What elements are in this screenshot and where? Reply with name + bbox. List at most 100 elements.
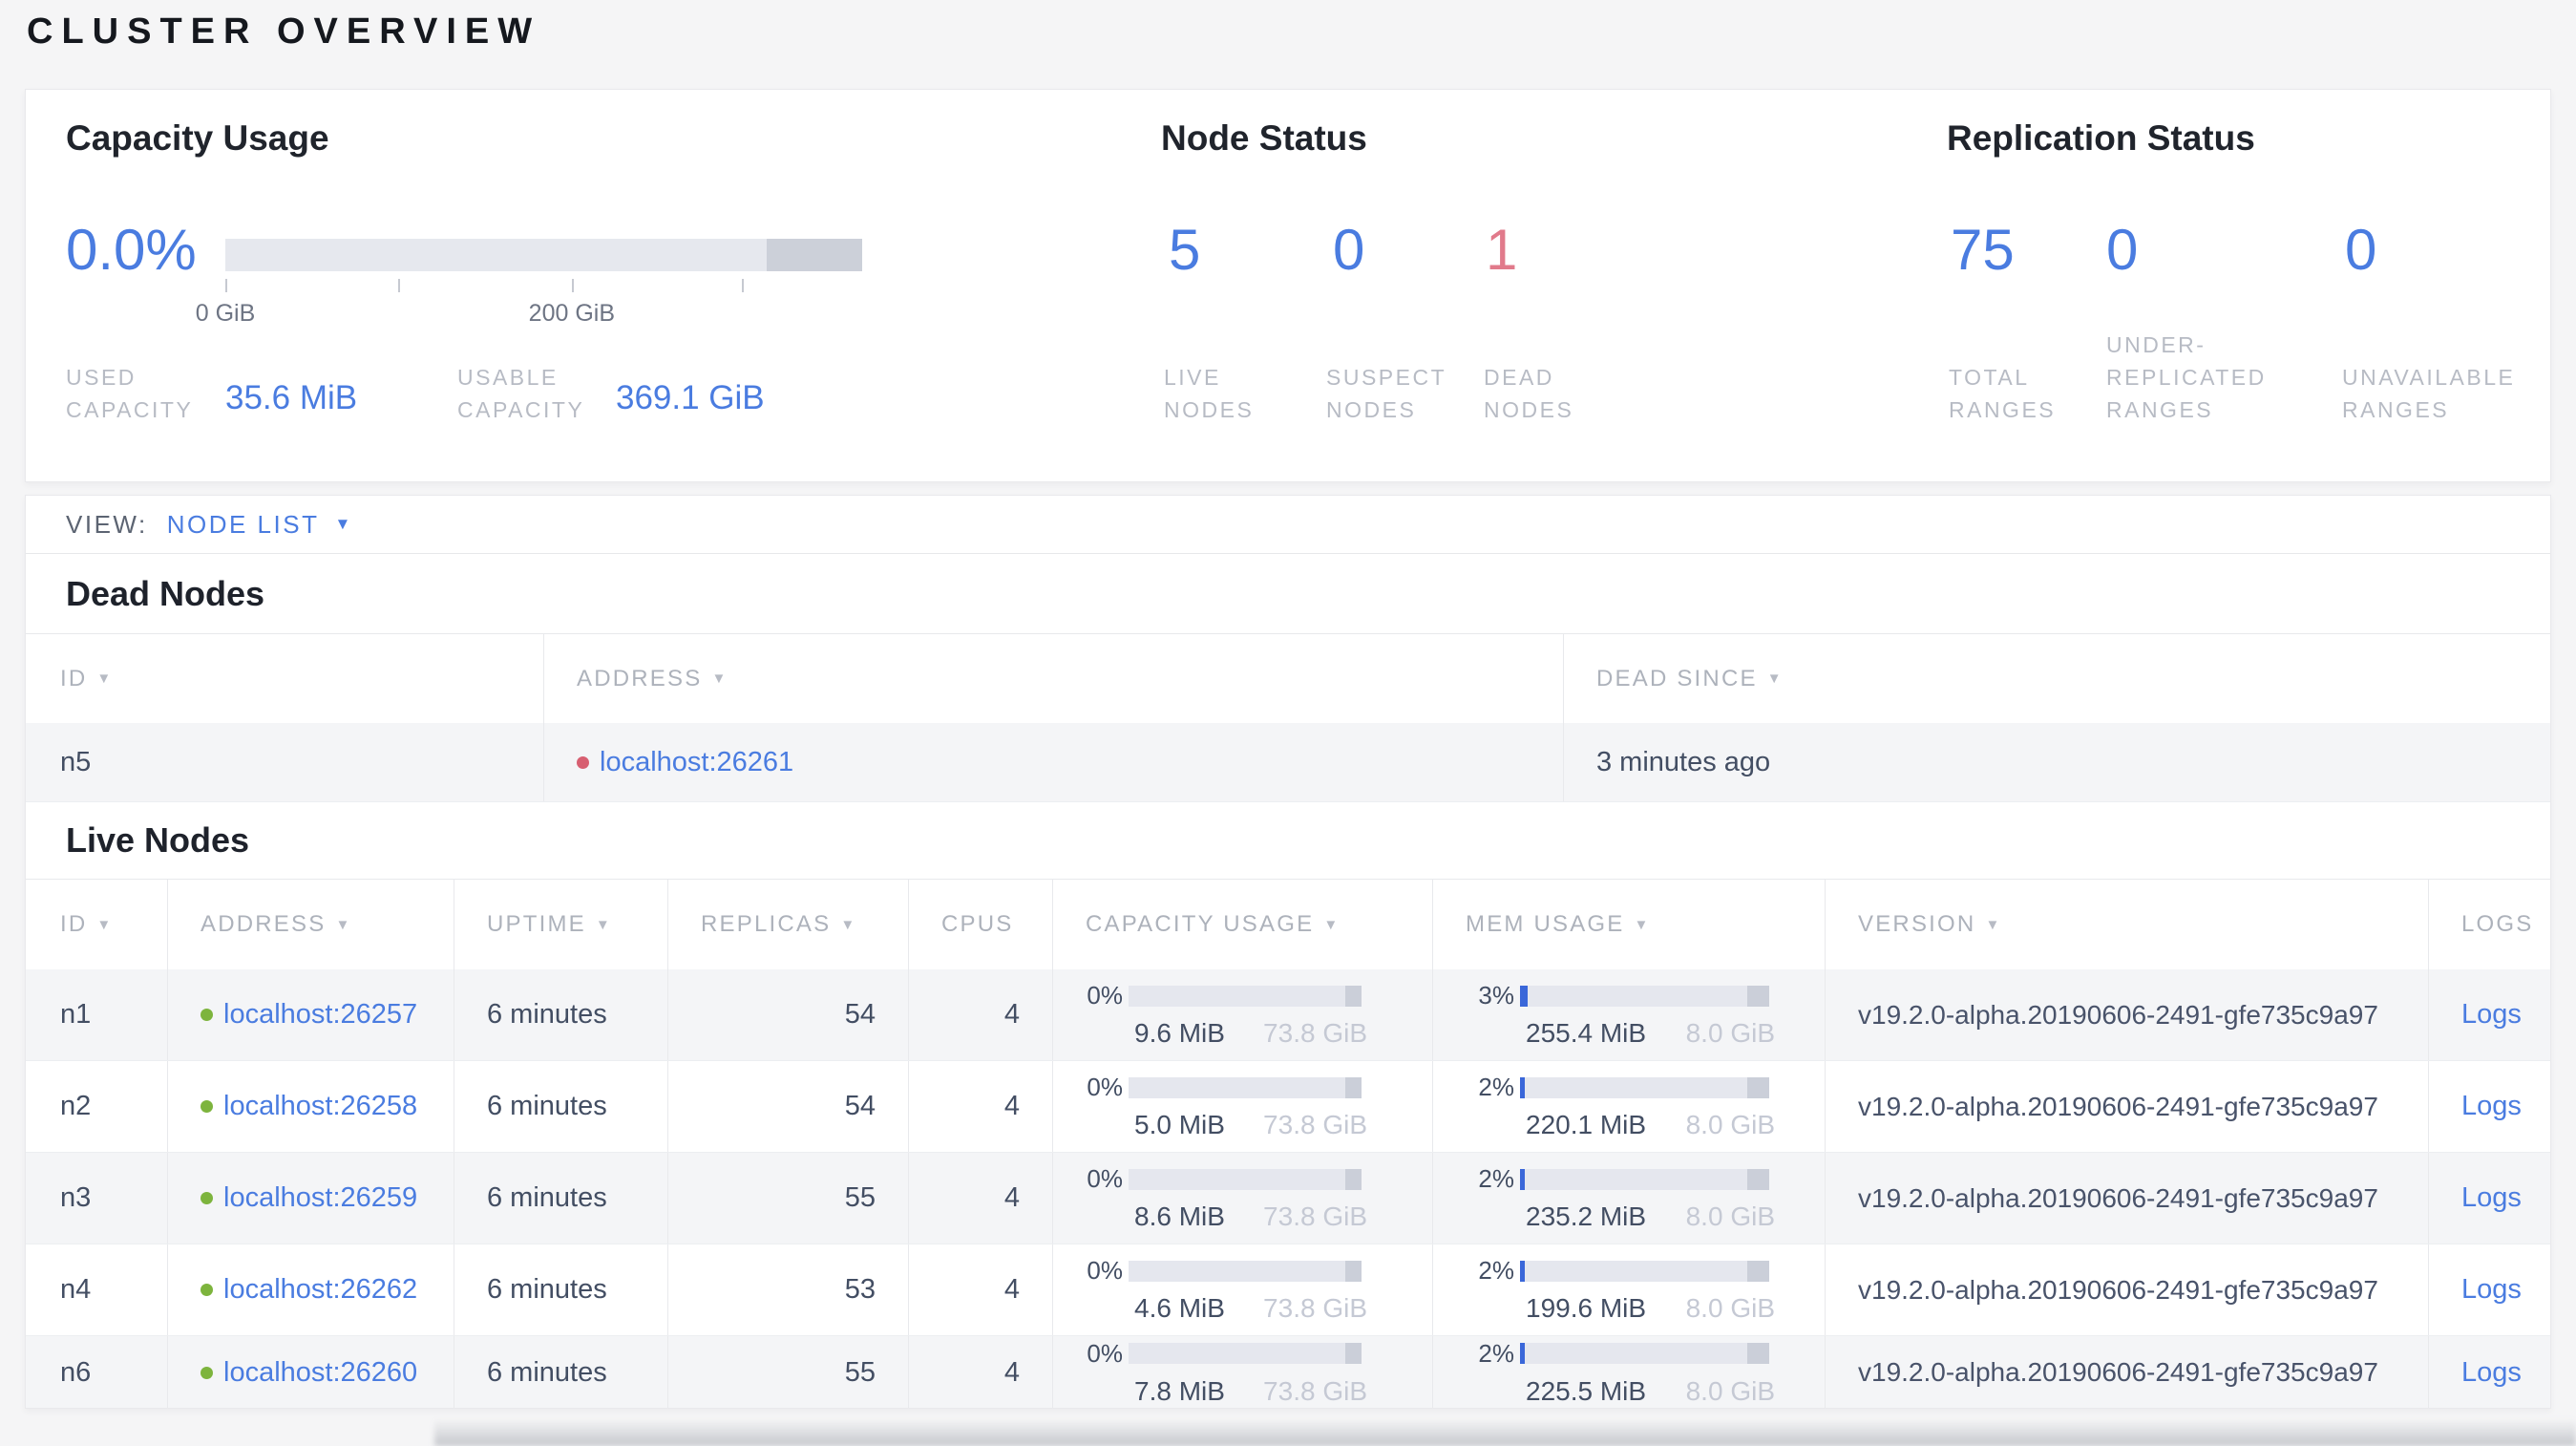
mem-total: 8.0 GiB: [1685, 1201, 1775, 1231]
node-id: n1: [60, 999, 92, 1030]
node-version: v19.2.0-alpha.20190606-2491-gfe735c9a97: [1825, 969, 2428, 1060]
capacity-percent: 0%: [1087, 1164, 1123, 1193]
sort-desc-icon: ▼: [840, 916, 857, 933]
usable-capacity-value: 369.1 GiB: [616, 379, 765, 416]
node-replicas: 55: [667, 1336, 908, 1408]
capacity-total: 73.8 GiB: [1263, 1201, 1367, 1231]
node-replicas: 54: [667, 1061, 908, 1152]
suspect-nodes-count: 0: [1333, 218, 1365, 282]
page-title: CLUSTER OVERVIEW: [27, 11, 541, 52]
sort-desc-icon: ▼: [335, 916, 352, 933]
axis-tick: [225, 279, 227, 292]
live-node-row: n1 localhost:26257 6 minutes 54 4 0% 9.6…: [26, 969, 2550, 1061]
node-uptime: 6 minutes: [454, 1153, 667, 1244]
capacity-usage-percent: 0.0%: [66, 218, 197, 282]
logs-link[interactable]: Logs: [2461, 1357, 2522, 1389]
dead-nodes-count: 1: [1486, 218, 1518, 282]
node-address-cell: localhost:26257: [167, 969, 454, 1060]
live-col-capacity-usage[interactable]: CAPACITY USAGE ▼: [1052, 880, 1432, 969]
suspect-nodes-label: SUSPECT NODES: [1326, 365, 1446, 422]
live-node-row: n6 localhost:26260 6 minutes 55 4 0% 7.8…: [26, 1336, 2550, 1408]
view-label: VIEW:: [66, 509, 148, 539]
column-label: MEM USAGE: [1466, 911, 1625, 937]
mem-percent: 3%: [1478, 981, 1514, 1010]
node-uptime: 6 minutes: [454, 1061, 667, 1152]
capacity-bar-reserve: [1344, 985, 1362, 1007]
node-address-link[interactable]: localhost:26257: [223, 999, 417, 1031]
dead-node-dead-since: 3 minutes ago: [1563, 723, 2550, 801]
capacity-bar-reserve: [1344, 1076, 1362, 1098]
live-col-cpus[interactable]: CPUS: [908, 880, 1052, 969]
view-dropdown[interactable]: NODE LIST ▼: [167, 510, 353, 540]
live-status-dot-icon: [201, 1284, 213, 1296]
node-logs-cell: Logs: [2428, 969, 2550, 1060]
sort-desc-icon: ▼: [1985, 916, 2002, 933]
node-address-link[interactable]: localhost:26260: [223, 1357, 417, 1389]
column-label: CPUS: [941, 911, 1014, 937]
live-node-row: n2 localhost:26258 6 minutes 54 4 0% 5.0…: [26, 1061, 2550, 1153]
node-address-link[interactable]: localhost:26262: [223, 1274, 417, 1306]
logs-link[interactable]: Logs: [2461, 1091, 2522, 1122]
node-address-link[interactable]: localhost:26259: [223, 1182, 417, 1214]
live-node-row: n3 localhost:26259 6 minutes 55 4 0% 8.6…: [26, 1153, 2550, 1244]
mem-total: 8.0 GiB: [1685, 1375, 1775, 1406]
node-uptime: 6 minutes: [454, 1336, 667, 1408]
dead-nodes-heading: Dead Nodes: [66, 573, 265, 613]
mem-bar-reserve: [1746, 1168, 1769, 1190]
sort-desc-icon: ▼: [1323, 916, 1341, 933]
live-col-mem-usage[interactable]: MEM USAGE ▼: [1432, 880, 1825, 969]
mem-bar: [1520, 985, 1769, 1007]
node-cpus: 4: [908, 1153, 1052, 1244]
mem-used: 235.2 MiB: [1526, 1201, 1647, 1231]
capacity-used: 7.8 MiB: [1134, 1375, 1225, 1406]
logs-link[interactable]: Logs: [2461, 1182, 2522, 1214]
dead-nodes-label: DEAD NODES: [1484, 365, 1574, 422]
mem-percent: 2%: [1478, 1256, 1514, 1285]
logs-link[interactable]: Logs: [2461, 999, 2522, 1031]
logs-link[interactable]: Logs: [2461, 1274, 2522, 1306]
axis-tick: [397, 279, 400, 292]
mem-used: 199.6 MiB: [1526, 1293, 1647, 1323]
node-address-link[interactable]: localhost:26258: [223, 1091, 417, 1122]
cluster-summary-card: Capacity Usage 0.0% 0 GiB 200 GiB USED C…: [25, 89, 2551, 482]
sort-desc-icon: ▼: [595, 916, 612, 933]
mem-bar-reserve: [1746, 1343, 1769, 1364]
live-node-row: n4 localhost:26262 6 minutes 53 4 0% 4.6…: [26, 1244, 2550, 1336]
capacity-total: 73.8 GiB: [1263, 1375, 1367, 1406]
dead-node-row: n5 localhost:26261 3 minutes ago: [26, 723, 2550, 802]
mem-bar: [1520, 1168, 1769, 1190]
mem-percent: 2%: [1478, 1073, 1514, 1101]
sort-desc-icon: ▼: [96, 670, 114, 687]
node-status-title: Node Status: [1161, 118, 1367, 158]
used-capacity-value: 35.6 MiB: [225, 379, 358, 416]
live-col-version[interactable]: VERSION ▼: [1825, 880, 2428, 969]
node-address-cell: localhost:26260: [167, 1336, 454, 1408]
dead-col-address[interactable]: ADDRESS ▼: [543, 634, 1563, 723]
dead-col-dead-since[interactable]: DEAD SINCE ▼: [1563, 634, 2550, 723]
capacity-percent: 0%: [1087, 1256, 1123, 1285]
capacity-used: 9.6 MiB: [1134, 1018, 1225, 1048]
live-col-replicas[interactable]: REPLICAS ▼: [667, 880, 908, 969]
capacity-bar-reserve: [1344, 1260, 1362, 1282]
dead-node-address-link[interactable]: localhost:26261: [600, 747, 793, 778]
mem-bar-fill: [1520, 985, 1528, 1007]
view-dropdown-value: NODE LIST: [166, 509, 320, 539]
mem-bar-reserve: [1746, 1076, 1769, 1098]
live-col-id[interactable]: ID ▼: [26, 880, 167, 969]
mem-bar-fill: [1520, 1260, 1526, 1282]
node-address-cell: localhost:26262: [167, 1244, 454, 1335]
mem-total: 8.0 GiB: [1685, 1018, 1775, 1048]
dead-status-dot-icon: [577, 755, 589, 769]
node-id: n3: [60, 1182, 92, 1213]
dead-node-id: n5: [60, 746, 92, 777]
node-version: v19.2.0-alpha.20190606-2491-gfe735c9a97: [1825, 1244, 2428, 1335]
capacity-bar: [1129, 1343, 1362, 1364]
dead-col-id[interactable]: ID ▼: [26, 634, 543, 723]
live-col-address[interactable]: ADDRESS ▼: [167, 880, 454, 969]
mem-bar: [1520, 1343, 1769, 1364]
capacity-bar: [1129, 1260, 1362, 1282]
node-logs-cell: Logs: [2428, 1244, 2550, 1335]
sort-desc-icon: ▼: [711, 670, 728, 687]
live-status-dot-icon: [201, 1192, 213, 1204]
live-col-uptime[interactable]: UPTIME ▼: [454, 880, 667, 969]
